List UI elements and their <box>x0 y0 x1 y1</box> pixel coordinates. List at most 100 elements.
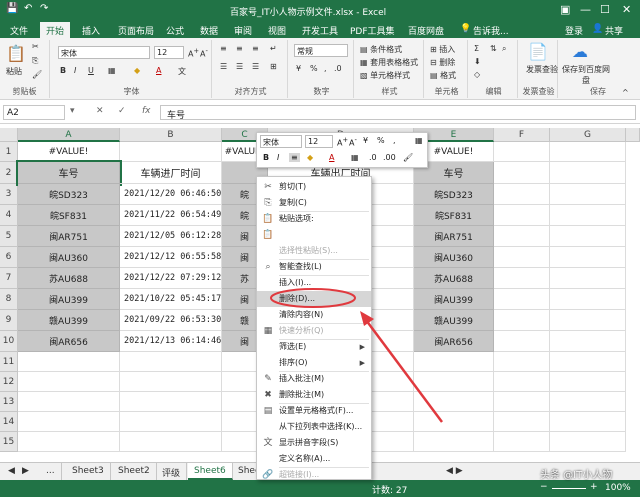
row-header-5[interactable]: 5 <box>0 226 18 247</box>
menu-item-14[interactable]: ▤ 设置单元格格式(F)... <box>257 403 371 419</box>
cell-f6[interactable] <box>494 247 550 268</box>
cell-b4[interactable]: 2021/11/22 06:54:49 <box>120 205 222 226</box>
tab-developer[interactable]: 开发工具 <box>302 24 338 37</box>
tab-home[interactable]: 开始 <box>40 22 71 38</box>
insert-function-icon[interactable]: fx <box>142 106 151 116</box>
cell-f10[interactable] <box>494 331 550 352</box>
close-icon[interactable]: ✕ <box>622 3 631 16</box>
sheet-next-icon[interactable]: ▶ <box>16 463 35 480</box>
row-header-1[interactable]: 1 <box>0 142 18 162</box>
cell-f11[interactable] <box>494 352 550 372</box>
cell-f9[interactable] <box>494 310 550 331</box>
row-header-6[interactable]: 6 <box>0 247 18 268</box>
cell-f1[interactable] <box>494 142 550 162</box>
border-icon[interactable]: ▦ <box>351 153 359 162</box>
align-center-icon[interactable]: ☰ <box>236 62 243 71</box>
cell-g13[interactable] <box>550 392 626 412</box>
copy-icon[interactable]: ⎘ <box>32 56 38 66</box>
center-icon[interactable]: ≡ <box>289 153 300 162</box>
cell-f14[interactable] <box>494 412 550 432</box>
cell-e12[interactable] <box>414 372 494 392</box>
font-color-icon[interactable]: A <box>329 153 334 162</box>
cell-b8[interactable]: 2021/10/22 05:45:17 <box>120 289 222 310</box>
cell-a2[interactable]: 车号 <box>16 160 122 186</box>
enter-icon[interactable]: ✓ <box>118 106 126 116</box>
fill-color-icon[interactable]: ◆ <box>307 153 313 162</box>
cell-b9[interactable]: 2021/09/22 06:53:30 <box>120 310 222 331</box>
menu-item-6[interactable]: 插入(I)... <box>257 275 371 291</box>
menu-item-8[interactable]: 清除内容(N) <box>257 307 371 323</box>
cell-g11[interactable] <box>550 352 626 372</box>
paste-button[interactable]: 粘贴 <box>6 66 22 77</box>
cell-a4[interactable]: 皖SF831 <box>18 205 120 226</box>
sheet-tab-rating[interactable]: 评级 <box>156 463 188 480</box>
fill-icon[interactable]: ⬇ <box>474 57 481 66</box>
cell-a15[interactable] <box>18 432 120 452</box>
cell-a5[interactable]: 闽AR751 <box>18 226 120 247</box>
cell-b1[interactable] <box>120 142 222 162</box>
invoice-check-button[interactable]: 发票查验 <box>526 64 558 75</box>
menu-item-17[interactable]: 定义名称(A)... <box>257 451 371 467</box>
cell-e11[interactable] <box>414 352 494 372</box>
tab-review[interactable]: 审阅 <box>234 24 252 37</box>
font-color-icon[interactable]: A <box>156 66 161 75</box>
cell-g6[interactable] <box>550 247 626 268</box>
font-size-select[interactable]: 12 <box>154 46 184 59</box>
delete-cells-button[interactable]: ⊟ 删除 <box>430 57 455 68</box>
comma-icon[interactable]: , <box>393 136 396 145</box>
row-header-2[interactable]: 2 <box>0 162 18 184</box>
mini-size-select[interactable]: 12 <box>305 135 333 148</box>
share-icon[interactable]: 👤 <box>592 24 603 34</box>
percent-icon[interactable]: % <box>310 64 318 73</box>
cell-a14[interactable] <box>18 412 120 432</box>
minimize-icon[interactable]: — <box>580 3 591 16</box>
shrink-font-icon[interactable]: A- <box>200 47 208 59</box>
cell-f5[interactable] <box>494 226 550 247</box>
tell-me-input[interactable]: 告诉我... <box>473 24 509 37</box>
cell-e13[interactable] <box>414 392 494 412</box>
cell-a3[interactable]: 皖SD323 <box>18 184 120 205</box>
cell-e4[interactable]: 皖SF831 <box>414 205 494 226</box>
currency-icon[interactable]: ¥ <box>296 64 301 73</box>
redo-icon[interactable]: ↷ <box>40 3 48 14</box>
cell-f4[interactable] <box>494 205 550 226</box>
conditional-format-button[interactable]: ▤ 条件格式 <box>360 44 402 55</box>
grow-font-icon[interactable]: A+ <box>337 136 348 148</box>
cancel-icon[interactable]: ✕ <box>96 106 104 116</box>
align-right-icon[interactable]: ☰ <box>252 62 259 71</box>
row-header-11[interactable]: 11 <box>0 352 18 372</box>
save-icon[interactable]: 💾 <box>6 3 18 14</box>
undo-icon[interactable]: ↶ <box>24 3 32 14</box>
menu-item-12[interactable]: ✎ 插入批注(M) <box>257 371 371 387</box>
tab-pdf-tools[interactable]: PDF工具集 <box>350 24 395 37</box>
cell-g15[interactable] <box>550 432 626 452</box>
sheet-tab-sheet3[interactable]: Sheet3 <box>66 463 111 480</box>
cell-g14[interactable] <box>550 412 626 432</box>
cell-e8[interactable]: 闽AU399 <box>414 289 494 310</box>
cell-f3[interactable] <box>494 184 550 205</box>
row-header-9[interactable]: 9 <box>0 310 18 331</box>
tab-insert[interactable]: 插入 <box>82 24 100 37</box>
merge-icon[interactable]: ⊞ <box>270 62 277 71</box>
cell-b15[interactable] <box>120 432 222 452</box>
row-header-10[interactable]: 10 <box>0 331 18 352</box>
comma-icon[interactable]: , <box>324 64 327 73</box>
wrap-text-icon[interactable]: ↵ <box>270 44 277 53</box>
cell-a12[interactable] <box>18 372 120 392</box>
row-header-13[interactable]: 13 <box>0 392 18 412</box>
align-top-icon[interactable]: ≡ <box>220 44 227 53</box>
tab-data[interactable]: 数据 <box>200 24 218 37</box>
cell-f7[interactable] <box>494 268 550 289</box>
column-header-f[interactable]: F <box>494 128 550 142</box>
sheet-tab-sheet6[interactable]: Sheet6 <box>188 463 233 480</box>
column-header-b[interactable]: B <box>120 128 222 142</box>
maximize-icon[interactable]: ☐ <box>600 3 610 16</box>
cell-b12[interactable] <box>120 372 222 392</box>
autosum-icon[interactable]: Σ <box>474 44 479 53</box>
sort-filter-icon[interactable]: ⇅ <box>490 44 497 53</box>
name-box-dropdown-icon[interactable]: ▾ <box>70 106 75 116</box>
cell-a8[interactable]: 闽AU399 <box>18 289 120 310</box>
underline-icon[interactable]: U <box>88 66 94 75</box>
cell-g1[interactable] <box>550 142 626 162</box>
clear-icon[interactable]: ◇ <box>474 70 480 79</box>
